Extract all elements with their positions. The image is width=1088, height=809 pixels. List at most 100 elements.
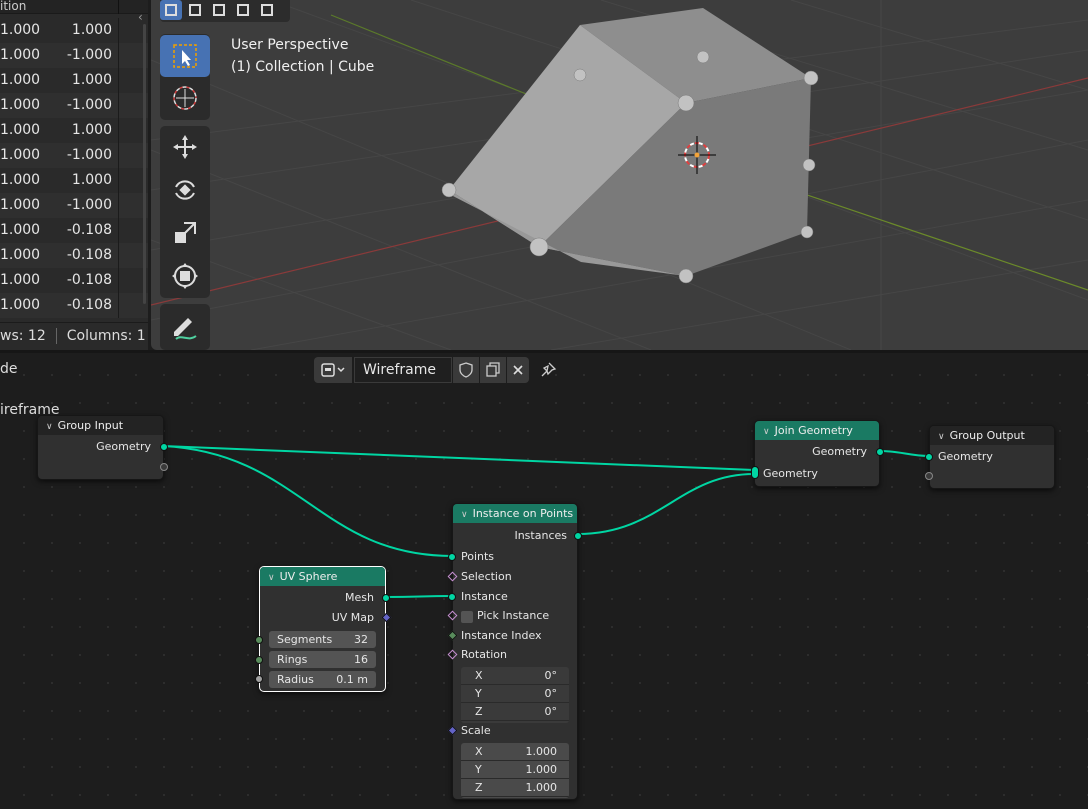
- rotation-y[interactable]: Y 0°: [461, 685, 569, 703]
- spreadsheet-row: 1.000 -1.000: [0, 43, 148, 68]
- cell-value: -0.108: [66, 247, 112, 263]
- join-geometry-node[interactable]: ∨ Join Geometry Geometry Geometry: [751, 420, 884, 487]
- socket-label: Pick Instance: [477, 609, 550, 622]
- scale-x[interactable]: X 1.000: [461, 743, 569, 761]
- cell-value: 1.000: [0, 122, 41, 138]
- spreadsheet-row: 1.000 1.000: [0, 118, 148, 143]
- spreadsheet-row: 1.000 -0.108: [0, 243, 148, 268]
- instances-output-socket[interactable]: [574, 532, 582, 540]
- view-perspective-label: User Perspective: [231, 37, 349, 53]
- geometry-output-socket[interactable]: [160, 443, 168, 451]
- select-intersect-icon[interactable]: [256, 0, 278, 20]
- segments-input-socket[interactable]: [255, 636, 263, 644]
- cell-value: 1.000: [0, 47, 41, 63]
- cell-value: -0.108: [66, 297, 112, 313]
- spreadsheet-row: 1.000 1.000: [0, 18, 148, 43]
- scale-y[interactable]: Y 1.000: [461, 761, 569, 779]
- cell-value: -1.000: [66, 197, 112, 213]
- rotation-x[interactable]: X 0°: [461, 667, 569, 685]
- column-header-position[interactable]: ition: [0, 0, 26, 13]
- scale-z[interactable]: Z 1.000: [461, 779, 569, 797]
- cursor-tool-icon[interactable]: [160, 77, 210, 119]
- chevron-left-icon[interactable]: ‹: [138, 10, 143, 24]
- node-editor[interactable]: de ireframe Wireframe ∨ Group Input Geom…: [0, 353, 1088, 809]
- node-title: Join Geometry: [774, 424, 853, 437]
- rings-field[interactable]: Rings 16: [269, 651, 376, 668]
- instance-on-points-node[interactable]: ∨ Instance on Points Instances Points Sel…: [447, 503, 582, 800]
- scale-tool-icon[interactable]: [160, 212, 210, 254]
- cell-value: -0.108: [66, 272, 112, 288]
- geometry-input-socket[interactable]: [925, 453, 933, 461]
- segments-field[interactable]: Segments 32: [269, 631, 376, 648]
- rotation-vector-field[interactable]: X 0° Y 0° Z 0°: [461, 667, 569, 723]
- uv-sphere-node[interactable]: ∨ UV Sphere Mesh UV Map Segments 32 Rings 1…: [255, 566, 392, 692]
- spreadsheet-row: 1.000 -0.108: [0, 293, 148, 318]
- node-title: Group Output: [949, 429, 1025, 442]
- cell-value: -0.108: [66, 222, 112, 238]
- select-new-icon[interactable]: [160, 0, 182, 20]
- transform-tool-icon[interactable]: [160, 255, 210, 297]
- column-count: Columns: 1: [66, 328, 146, 344]
- socket-label: Geometry: [96, 440, 151, 453]
- cell-value: 1.000: [71, 72, 112, 88]
- geometry-multi-input-socket[interactable]: [751, 466, 759, 479]
- group-output-node[interactable]: ∨ Group Output Geometry: [925, 425, 1055, 489]
- spreadsheet-row: 1.000 -0.108: [0, 268, 148, 293]
- cell-value: 1.000: [71, 122, 112, 138]
- collection-object-label: (1) Collection | Cube: [231, 59, 375, 75]
- cell-value: 1.000: [0, 97, 41, 113]
- cell-value: -1.000: [66, 47, 112, 63]
- cell-value: 1.000: [0, 72, 41, 88]
- cell-value: 1.000: [0, 297, 41, 313]
- move-tool-icon[interactable]: [160, 126, 210, 168]
- geometry-output-socket[interactable]: [876, 448, 884, 456]
- spreadsheet-row: 1.000 -0.108: [0, 218, 148, 243]
- 3d-viewport[interactable]: User Perspective (1) Collection | Cube: [151, 0, 1088, 350]
- socket-label: Geometry: [812, 445, 867, 458]
- cell-value: 1.000: [0, 247, 41, 263]
- select-subtract-icon[interactable]: [208, 0, 230, 20]
- cell-value: 1.000: [71, 22, 112, 38]
- viewport-info: User Perspective (1) Collection | Cube: [231, 34, 374, 78]
- socket-label: UV Map: [331, 611, 374, 624]
- rotation-z[interactable]: Z 0°: [461, 703, 569, 721]
- socket-label: Instance: [461, 590, 508, 603]
- socket-label: Geometry: [938, 450, 993, 463]
- rings-input-socket[interactable]: [255, 656, 263, 664]
- cell-value: 1.000: [0, 22, 41, 38]
- select-invert-icon[interactable]: [232, 0, 254, 20]
- scale-vector-field[interactable]: X 1.000 Y 1.000 Z 1.000: [461, 743, 569, 798]
- rotate-tool-icon[interactable]: [160, 169, 210, 211]
- mesh-output-socket[interactable]: [382, 594, 390, 602]
- cell-value: -1.000: [66, 97, 112, 113]
- radius-field[interactable]: Radius 0.1 m: [269, 671, 376, 688]
- select-extend-icon[interactable]: [184, 0, 206, 20]
- instance-input-socket[interactable]: [448, 593, 456, 601]
- spreadsheet-row: 1.000 -1.000: [0, 193, 148, 218]
- radius-input-socket[interactable]: [255, 675, 263, 683]
- points-input-socket[interactable]: [448, 553, 456, 561]
- spreadsheet-scrollbar[interactable]: [143, 24, 146, 304]
- spreadsheet-header: ition: [0, 0, 148, 14]
- node-title: Group Input: [57, 419, 124, 432]
- empty-output-socket[interactable]: [160, 463, 168, 471]
- node-title: Instance on Points: [472, 507, 574, 520]
- socket-label: Points: [461, 550, 495, 563]
- socket-label: Mesh: [345, 591, 374, 604]
- annotate-tool-icon[interactable]: [160, 306, 210, 348]
- pick-instance-checkbox[interactable]: [461, 611, 473, 623]
- spreadsheet-row: 1.000 1.000: [0, 168, 148, 193]
- cell-value: 1.000: [71, 172, 112, 188]
- empty-input-socket[interactable]: [925, 472, 933, 480]
- group-input-node[interactable]: ∨ Group Input Geometry: [37, 415, 168, 480]
- cell-value: 1.000: [0, 147, 41, 163]
- spreadsheet-row: 1.000 1.000: [0, 68, 148, 93]
- socket-label: Rotation: [461, 648, 508, 661]
- spreadsheet-footer: ws: 12 Columns: 1: [0, 322, 148, 350]
- socket-label: Scale: [461, 724, 491, 737]
- row-count: ws: 12: [0, 328, 46, 344]
- select-box-tool-icon[interactable]: [160, 35, 210, 77]
- cell-value: 1.000: [0, 272, 41, 288]
- cell-value: 1.000: [0, 197, 41, 213]
- cell-value: -1.000: [66, 147, 112, 163]
